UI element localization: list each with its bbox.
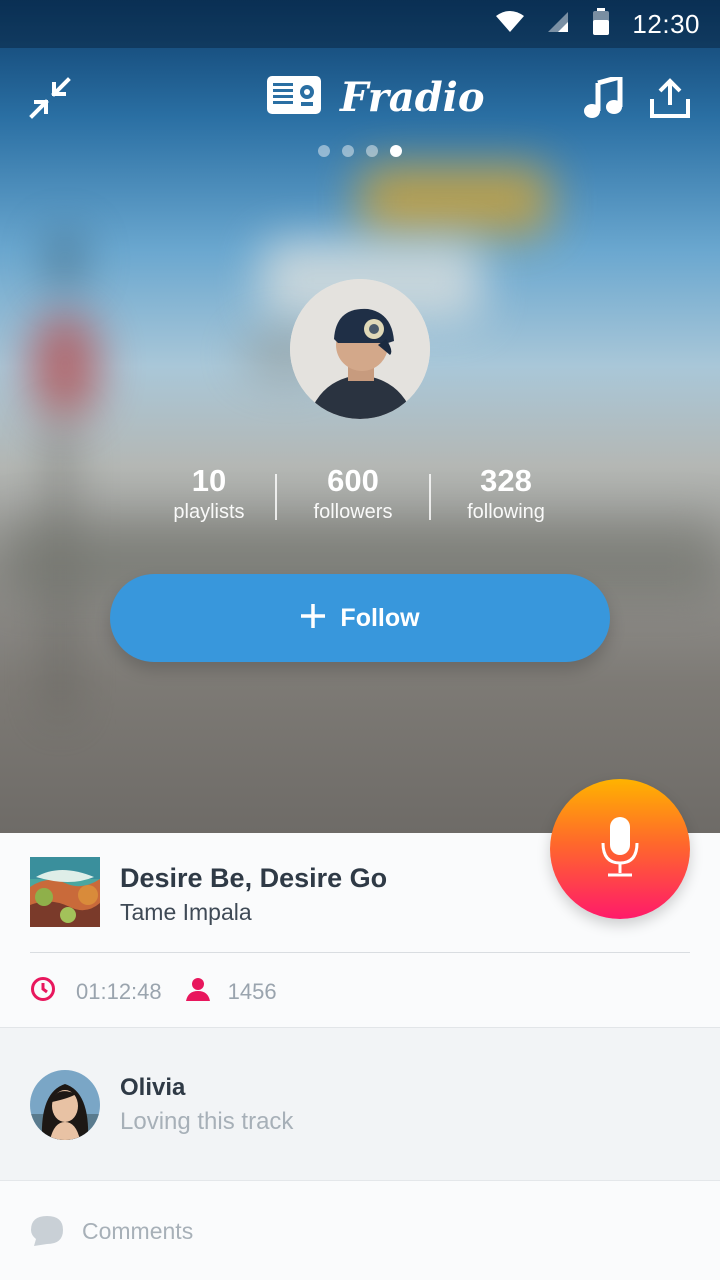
stat-value: 10: [191, 463, 227, 498]
listener-count: 1456: [227, 979, 277, 1004]
signal-icon: [546, 10, 570, 39]
battery-icon: [592, 7, 610, 41]
share-icon[interactable]: [642, 70, 698, 126]
track-title[interactable]: Desire Be, Desire Go: [120, 863, 387, 894]
top-bar: Fradio: [0, 60, 720, 136]
stat-label: following: [467, 501, 545, 523]
comments-bar[interactable]: Comments: [0, 1180, 720, 1280]
person-icon: [185, 977, 210, 1007]
stat-value: 600: [327, 463, 379, 498]
brand-name: Fradio: [340, 74, 485, 121]
status-bar: 12:30: [0, 0, 720, 48]
wifi-icon: [496, 10, 525, 39]
divider: [30, 952, 690, 953]
album-art[interactable]: [30, 857, 100, 927]
stat-followers[interactable]: 600 followers: [278, 462, 428, 524]
page-dot[interactable]: [366, 145, 378, 157]
brand-logo: Fradio: [266, 74, 485, 121]
page-dot[interactable]: [342, 145, 354, 157]
track-duration: 01:12:48: [76, 979, 162, 1004]
comments-label[interactable]: Comments: [82, 1218, 193, 1245]
commenter-avatar[interactable]: [30, 1070, 100, 1140]
microphone-button[interactable]: [550, 779, 690, 919]
microphone-icon: [600, 815, 640, 884]
page-dot[interactable]: [318, 145, 330, 157]
stat-value: 328: [480, 463, 532, 498]
stat-label: playlists: [173, 501, 245, 523]
clock-icon: [30, 976, 56, 1008]
follow-button[interactable]: Follow: [110, 574, 610, 662]
page-dot-active[interactable]: [390, 145, 402, 157]
track-artist[interactable]: Tame Impala: [120, 899, 252, 926]
follow-button-label: Follow: [340, 603, 420, 632]
profile-avatar[interactable]: [290, 279, 430, 419]
profile-screen: 12:30 Fradio 10 playlists 600 followers …: [0, 0, 720, 1280]
minimize-icon[interactable]: [22, 70, 78, 126]
stat-divider: [275, 474, 277, 520]
comment-item[interactable]: Olivia Loving this track: [0, 1027, 720, 1181]
profile-stats: 10 playlists 600 followers 328 following: [0, 462, 720, 532]
radio-icon: [266, 74, 322, 121]
plus-icon: [300, 603, 326, 634]
track-meta: 01:12:48 1456: [30, 977, 277, 1007]
page-indicator: [0, 145, 720, 157]
speech-bubble-icon: [30, 1215, 64, 1252]
stat-playlists[interactable]: 10 playlists: [134, 462, 284, 524]
clock: 12:30: [632, 8, 700, 39]
comment-text: Loving this track: [120, 1108, 294, 1135]
stat-following[interactable]: 328 following: [431, 462, 581, 524]
commenter-name[interactable]: Olivia: [120, 1074, 185, 1102]
stat-label: followers: [313, 501, 393, 523]
music-note-icon[interactable]: [576, 70, 632, 126]
